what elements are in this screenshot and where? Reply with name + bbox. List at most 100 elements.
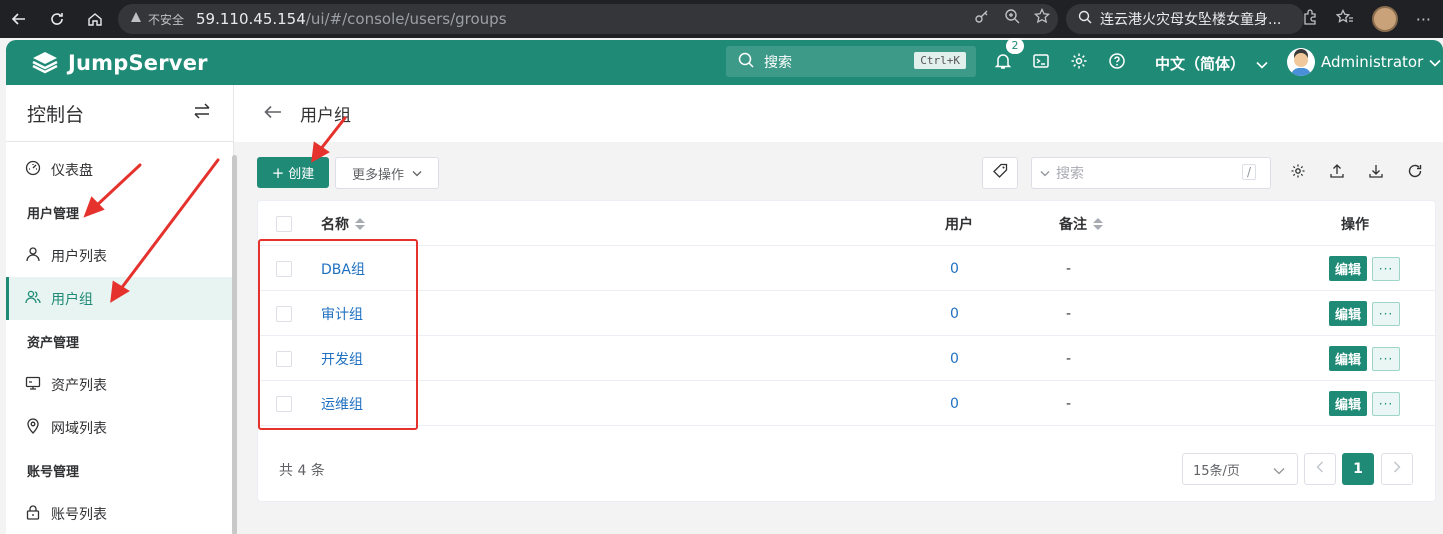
table-row: 审计组 0 - 编辑 ··· [258, 291, 1435, 336]
settings-icon[interactable] [1070, 52, 1088, 74]
upload-icon[interactable] [1329, 163, 1345, 183]
edit-button[interactable]: 编辑 [1329, 256, 1368, 281]
more-actions-label: 更多操作 [351, 167, 404, 183]
chevron-down-icon [412, 166, 422, 181]
switch-view-icon[interactable] [193, 102, 211, 124]
table-row: 开发组 0 - 编辑 ··· [258, 336, 1435, 381]
sidebar-group-user-management: 用户管理 [27, 207, 80, 222]
global-search-input[interactable]: 搜索 Ctrl+K [726, 46, 976, 77]
star-icon[interactable] [1033, 7, 1051, 28]
user-count-link[interactable]: 0 [950, 381, 959, 426]
tag-icon [992, 163, 1008, 183]
bell-icon[interactable] [994, 52, 1012, 74]
sidebar-item-dashboard[interactable]: 仪表盘 [6, 148, 233, 191]
chevron-right-icon [1393, 461, 1401, 477]
home-icon[interactable] [76, 0, 114, 38]
sidebar-item-label: 账号列表 [51, 506, 107, 523]
sidebar-item-accounts[interactable]: 账号列表 [6, 492, 233, 534]
page-size-select[interactable]: 15条/页 [1182, 453, 1298, 485]
row-checkbox[interactable] [276, 395, 292, 412]
row-checkbox[interactable] [276, 305, 292, 322]
column-header-actions: 操作 [1341, 216, 1369, 233]
chevron-down-icon [1273, 464, 1285, 479]
table-search-input[interactable]: 搜索 / [1031, 157, 1271, 189]
terminal-icon[interactable] [1032, 52, 1050, 74]
search-shortcut-hint: / [1241, 164, 1256, 180]
table-row: 运维组 0 - 编辑 ··· [258, 381, 1435, 426]
favorites-icon[interactable] [1335, 8, 1354, 29]
page-number-current[interactable]: 1 [1342, 453, 1374, 485]
brand-logo[interactable]: JumpServer [30, 50, 208, 76]
sidebar-group-asset-management: 资产管理 [27, 336, 80, 351]
key-icon[interactable] [974, 8, 990, 28]
column-header-users: 用户 [945, 216, 973, 233]
language-selector[interactable]: 中文（简体） [1155, 53, 1268, 74]
avatar [1287, 48, 1315, 76]
username: Administrator [1321, 53, 1424, 71]
app-header: JumpServer 搜索 Ctrl+K 2 中文（简体） Administra… [6, 38, 1443, 85]
monitor-icon [25, 375, 51, 395]
search-icon [738, 52, 754, 72]
row-more-button[interactable]: ··· [1372, 301, 1401, 326]
sidebar-item-label: 用户组 [51, 291, 93, 308]
back-icon[interactable] [0, 0, 38, 38]
tag-filter-button[interactable] [982, 157, 1018, 189]
sidebar-item-zones[interactable]: 网域列表 [6, 406, 233, 449]
back-arrow-icon[interactable] [264, 104, 282, 124]
help-icon[interactable] [1108, 52, 1126, 74]
table-header: 名称 用户 备注 操作 [258, 201, 1435, 246]
zoom-icon[interactable] [1004, 8, 1020, 28]
menu-icon[interactable]: ··· [1416, 10, 1431, 29]
language-label: 中文（简体） [1155, 55, 1246, 73]
brand-name: JumpServer [68, 50, 208, 75]
sort-icon[interactable] [355, 217, 365, 230]
group-name-link[interactable]: DBA组 [321, 246, 365, 291]
select-all-checkbox[interactable] [276, 215, 292, 232]
address-bar[interactable]: 不安全 59.110.45.154/ui/#/console/users/gro… [118, 4, 1058, 34]
sidebar-item-label: 仪表盘 [51, 162, 93, 179]
more-actions-dropdown[interactable]: 更多操作 [335, 157, 439, 189]
column-header-name[interactable]: 名称 [321, 201, 365, 246]
refresh-icon[interactable] [1407, 163, 1423, 183]
group-name-link[interactable]: 运维组 [321, 381, 363, 426]
settings-icon[interactable] [1290, 163, 1306, 183]
column-header-comment[interactable]: 备注 [1059, 201, 1103, 246]
edit-button[interactable]: 编辑 [1329, 346, 1368, 371]
sidebar-item-user-groups[interactable]: 用户组 [6, 277, 233, 320]
user-count-link[interactable]: 0 [950, 291, 959, 336]
page-title: 用户组 [300, 106, 351, 126]
lock-icon [25, 504, 51, 524]
browser-search-text: 连云港火灾母女坠楼女童身... [1100, 12, 1282, 28]
edit-button[interactable]: 编辑 [1329, 301, 1368, 326]
plus-icon: + [271, 163, 285, 182]
row-more-button[interactable]: ··· [1372, 346, 1401, 371]
group-name-link[interactable]: 审计组 [321, 291, 363, 336]
column-comment-label: 备注 [1059, 216, 1087, 233]
row-more-button[interactable]: ··· [1372, 256, 1401, 281]
url-host: 59.110.45.154 [196, 10, 306, 28]
sidebar-item-users[interactable]: 用户列表 [6, 234, 233, 277]
browser-search-box[interactable]: 连云港火灾母女坠楼女童身... [1066, 4, 1304, 34]
user-count-link[interactable]: 0 [950, 246, 959, 291]
extensions-icon[interactable] [1302, 9, 1318, 29]
user-count-link[interactable]: 0 [950, 336, 959, 381]
group-name-link[interactable]: 开发组 [321, 336, 363, 381]
browser-profile-avatar[interactable] [1371, 6, 1398, 32]
sidebar-item-label: 用户列表 [51, 248, 107, 265]
sidebar-item-assets[interactable]: 资产列表 [6, 363, 233, 406]
user-icon [25, 246, 51, 266]
row-checkbox[interactable] [276, 350, 292, 367]
chevron-left-icon [1316, 461, 1324, 477]
download-icon[interactable] [1368, 163, 1384, 183]
sort-icon[interactable] [1093, 217, 1103, 230]
row-checkbox[interactable] [276, 260, 292, 277]
prev-page-button[interactable] [1304, 453, 1336, 485]
edit-button[interactable]: 编辑 [1329, 391, 1368, 416]
next-page-button[interactable] [1381, 453, 1413, 485]
user-menu[interactable]: Administrator [1287, 48, 1441, 76]
comment-value: - [1066, 350, 1072, 367]
create-button[interactable]: + 创建 [257, 157, 329, 188]
reload-icon[interactable] [38, 0, 76, 38]
sidebar-scrollbar[interactable] [232, 155, 237, 534]
row-more-button[interactable]: ··· [1372, 391, 1401, 416]
